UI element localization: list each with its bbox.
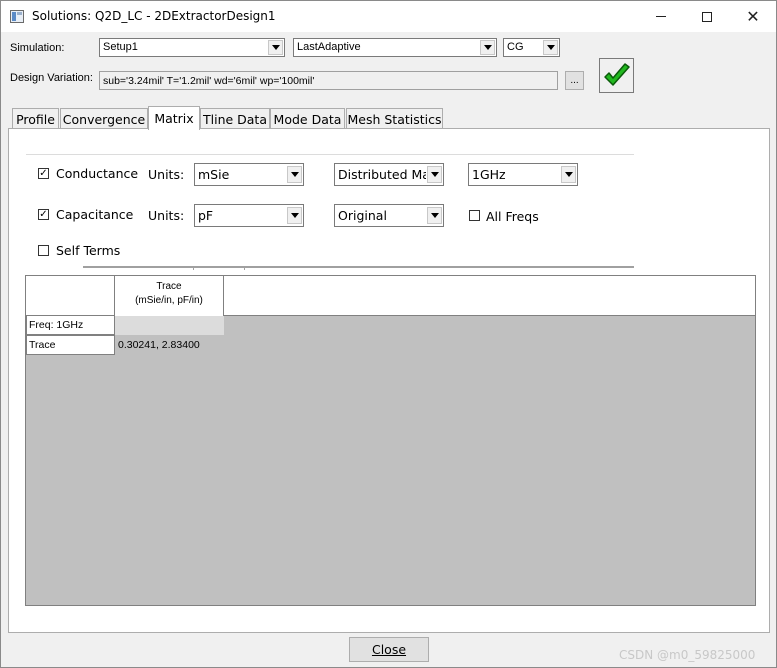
capacitance-label: Capacitance (56, 207, 134, 222)
design-variation-label: Design Variation: (10, 72, 93, 84)
grid-cell-freq (115, 316, 224, 335)
capacitance-checkbox[interactable]: ✓ (38, 209, 49, 220)
dropdown-arrow-icon (561, 166, 576, 183)
simulation-type-select[interactable]: CG (503, 38, 560, 57)
watermark-text: CSDN @m0_59825000 (619, 648, 756, 662)
dropdown-arrow-icon (543, 40, 558, 55)
column-header-units: (mSie/in, pF/in) (135, 295, 203, 306)
conductance-mode-value: Distributed Ma (338, 167, 426, 182)
self-terms-checkbox[interactable] (38, 245, 49, 256)
tab-tline-data[interactable]: Tline Data (200, 108, 270, 129)
minimize-button[interactable] (638, 1, 684, 32)
design-variation-value: sub='3.24mil' T='1.2mil' wd='6mil' wp='1… (103, 75, 315, 87)
checkmark-icon: ✓ (39, 209, 48, 220)
app-icon (10, 10, 24, 23)
tab-mesh-statistics[interactable]: Mesh Statistics (346, 108, 443, 129)
design-variation-browse-button[interactable]: ... (565, 71, 584, 90)
group-divider-tick (244, 266, 245, 270)
tab-profile[interactable]: Profile (12, 108, 59, 129)
capacitance-units-label: Units: (148, 208, 185, 223)
dropdown-arrow-icon (268, 40, 283, 55)
frequency-select[interactable]: 1GHz (468, 163, 578, 186)
checkmark-icon: ✓ (39, 168, 48, 179)
apply-button[interactable] (599, 58, 634, 93)
conductance-units-select[interactable]: mSie (194, 163, 304, 186)
minimize-icon (656, 16, 666, 17)
all-freqs-checkbox[interactable] (469, 210, 480, 221)
group-divider (26, 154, 634, 155)
simulation-setup-select[interactable]: Setup1 (99, 38, 285, 57)
group-divider-tick (193, 266, 194, 270)
close-button-label: Close (371, 642, 407, 657)
grid-column-header-trace: Trace (mSie/in, pF/in) (115, 276, 224, 316)
all-freqs-label: All Freqs (486, 209, 539, 224)
conductance-label: Conductance (56, 166, 139, 181)
grid-cell-trace-value: 0.30241, 2.83400 (118, 339, 200, 351)
solutions-window: Solutions: Q2D_LC - 2DExtractorDesign1 ✕… (0, 0, 777, 668)
maximize-icon (702, 11, 712, 22)
simulation-pass-select[interactable]: LastAdaptive (293, 38, 497, 57)
close-window-button[interactable]: ✕ (730, 1, 776, 32)
simulation-pass-value: LastAdaptive (297, 41, 361, 53)
tab-convergence[interactable]: Convergence (60, 108, 148, 129)
frequency-value: 1GHz (472, 167, 506, 182)
grid-row-header-trace: Trace (26, 335, 115, 355)
conductance-units-label: Units: (148, 167, 185, 182)
conductance-units-value: mSie (198, 167, 230, 182)
column-header-title: Trace (156, 281, 182, 292)
dropdown-arrow-icon (287, 166, 302, 183)
title-bar: Solutions: Q2D_LC - 2DExtractorDesign1 ✕ (1, 1, 776, 32)
maximize-button[interactable] (684, 1, 730, 32)
capacitance-units-value: pF (198, 208, 214, 223)
simulation-label: Simulation: (10, 42, 65, 54)
conductance-checkbox[interactable]: ✓ (38, 168, 49, 179)
capacitance-units-select[interactable]: pF (194, 204, 304, 227)
tab-mode-data[interactable]: Mode Data (270, 108, 345, 129)
self-terms-label: Self Terms (56, 243, 121, 258)
green-checkmark-icon (604, 63, 630, 86)
close-icon: ✕ (746, 6, 760, 26)
grid-row-header-freq: Freq: 1GHz (26, 315, 115, 335)
dropdown-arrow-icon (287, 207, 302, 224)
window-title: Solutions: Q2D_LC - 2DExtractorDesign1 (32, 9, 276, 23)
dropdown-arrow-icon (427, 207, 442, 224)
dropdown-arrow-icon (480, 40, 495, 55)
simulation-type-value: CG (507, 41, 524, 53)
dropdown-arrow-icon (427, 166, 442, 183)
matrix-results-grid[interactable]: Trace (mSie/in, pF/in) Freq: 1GHz Trace … (25, 275, 756, 606)
capacitance-mode-select[interactable]: Original (334, 204, 444, 227)
capacitance-mode-value: Original (338, 208, 387, 223)
simulation-setup-value: Setup1 (103, 41, 138, 53)
design-variation-field: sub='3.24mil' T='1.2mil' wd='6mil' wp='1… (99, 71, 558, 90)
group-divider (83, 266, 634, 268)
conductance-mode-select[interactable]: Distributed Ma (334, 163, 444, 186)
browse-label: ... (570, 75, 579, 86)
tab-matrix[interactable]: Matrix (148, 106, 200, 130)
close-button[interactable]: Close (349, 637, 429, 662)
grid-corner-cell (26, 276, 115, 316)
